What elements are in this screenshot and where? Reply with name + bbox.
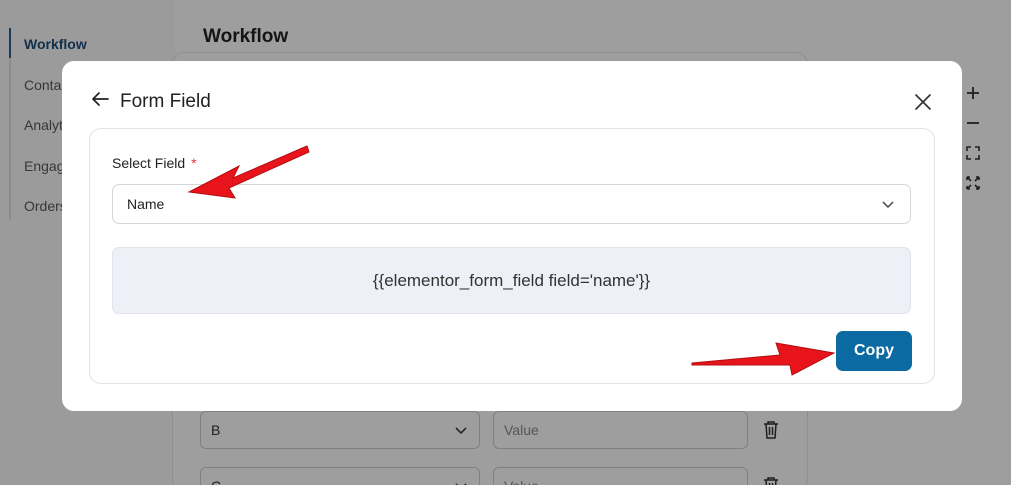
selected-field-value: Name	[127, 196, 165, 212]
select-field-label-text: Select Field	[112, 155, 186, 171]
modal-header: Form Field	[62, 61, 962, 129]
modal-title: Form Field	[120, 91, 211, 112]
back-arrow-icon[interactable]	[90, 89, 110, 109]
select-field-label: Select Field *	[112, 155, 197, 171]
chevron-down-icon	[882, 201, 894, 209]
copy-button[interactable]: Copy	[836, 331, 912, 371]
shortcode-preview: {{elementor_form_field field='name'}}	[112, 247, 911, 314]
annotation-arrow-icon	[691, 342, 836, 376]
annotation-arrow-icon	[187, 145, 310, 199]
shortcode-text: {{elementor_form_field field='name'}}	[372, 270, 651, 290]
close-icon[interactable]	[912, 91, 934, 113]
